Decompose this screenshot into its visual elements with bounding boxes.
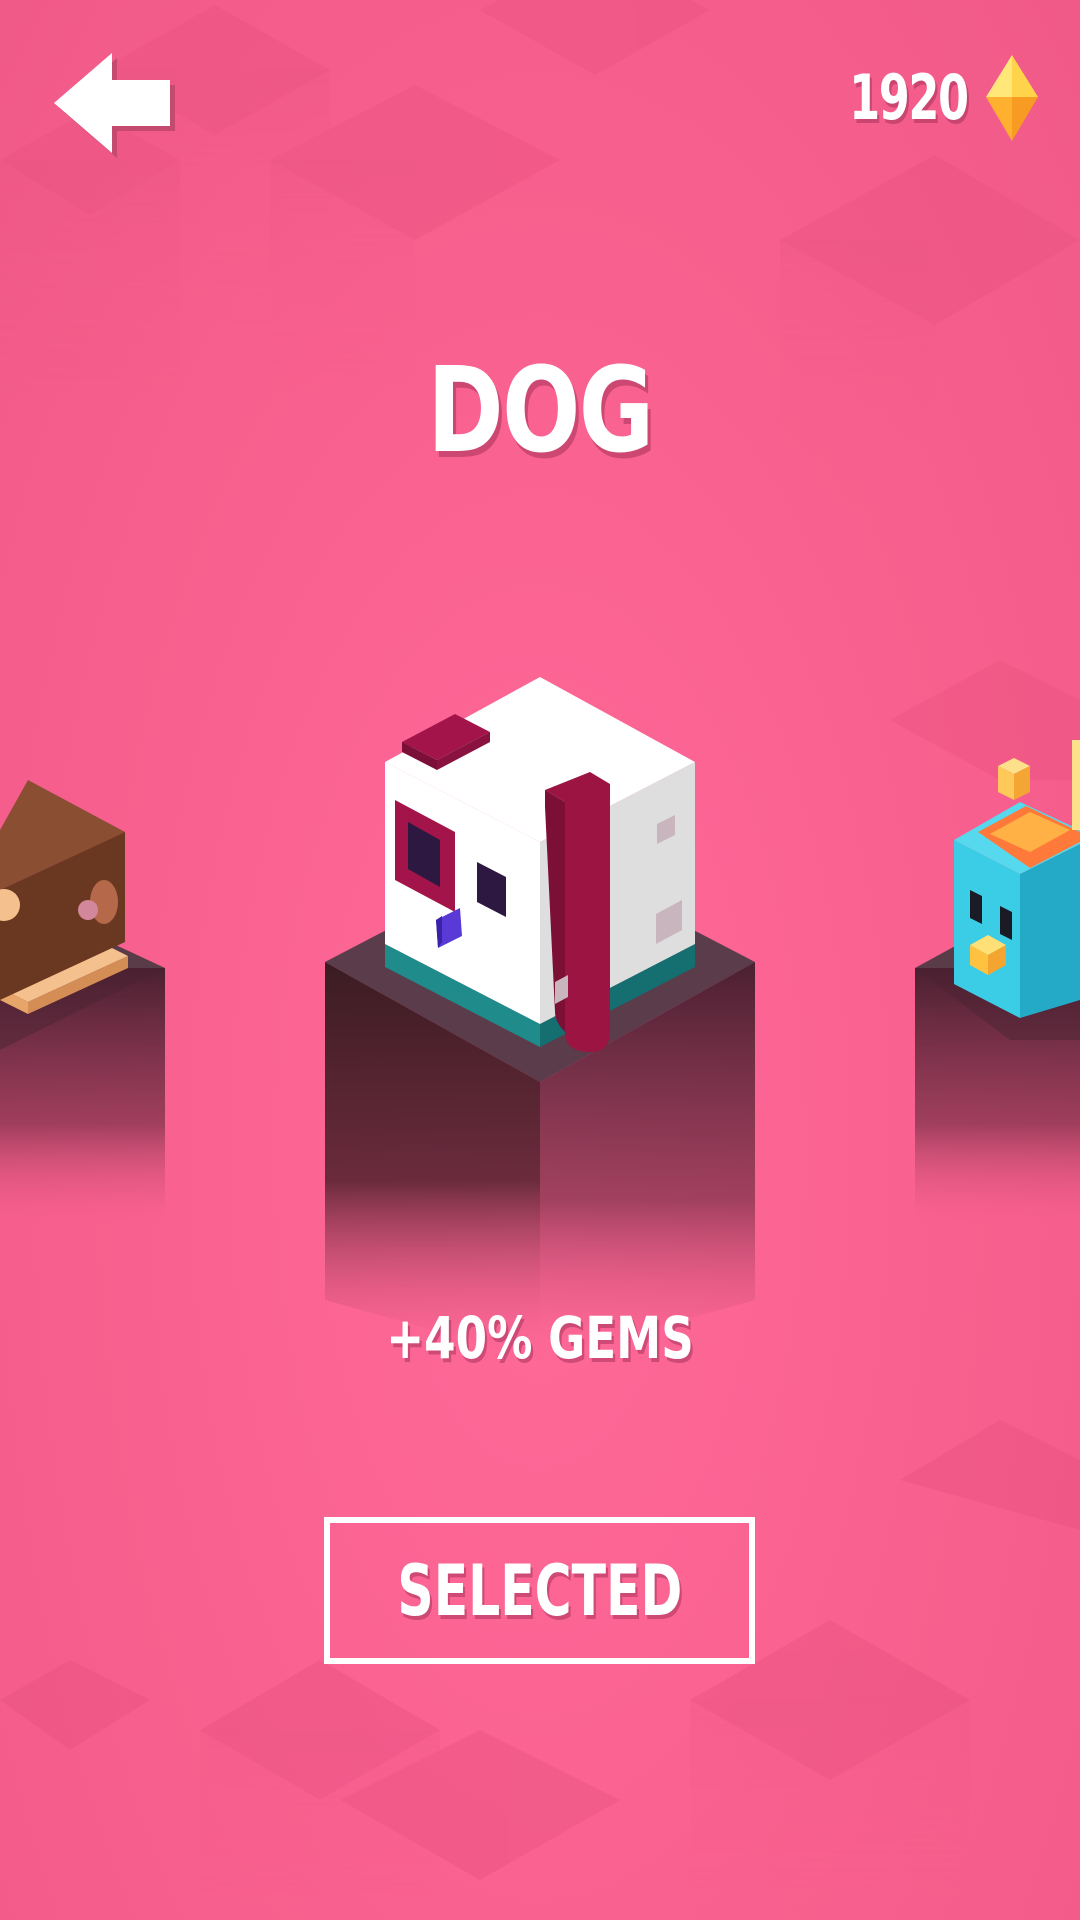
selected-button[interactable]: SELECTED [324,1517,755,1664]
blue-bird-character-icon[interactable] [950,740,1080,1020]
back-arrow-icon [54,53,175,158]
character-name: DOG [427,341,654,479]
gem-counter: 1920 [803,50,1040,145]
gem-count: 1920 [849,61,970,134]
character-select-screen: 1920 DOG +40% GEMS SELECTED [0,0,1080,1920]
back-button[interactable] [50,48,180,158]
gem-icon [986,54,1038,141]
character-bonus: +40% GEMS [386,1304,694,1372]
brown-cube-character-icon[interactable] [0,770,140,1030]
dog-character-icon[interactable] [380,672,700,1062]
selected-button-label: SELECTED [397,1549,682,1632]
